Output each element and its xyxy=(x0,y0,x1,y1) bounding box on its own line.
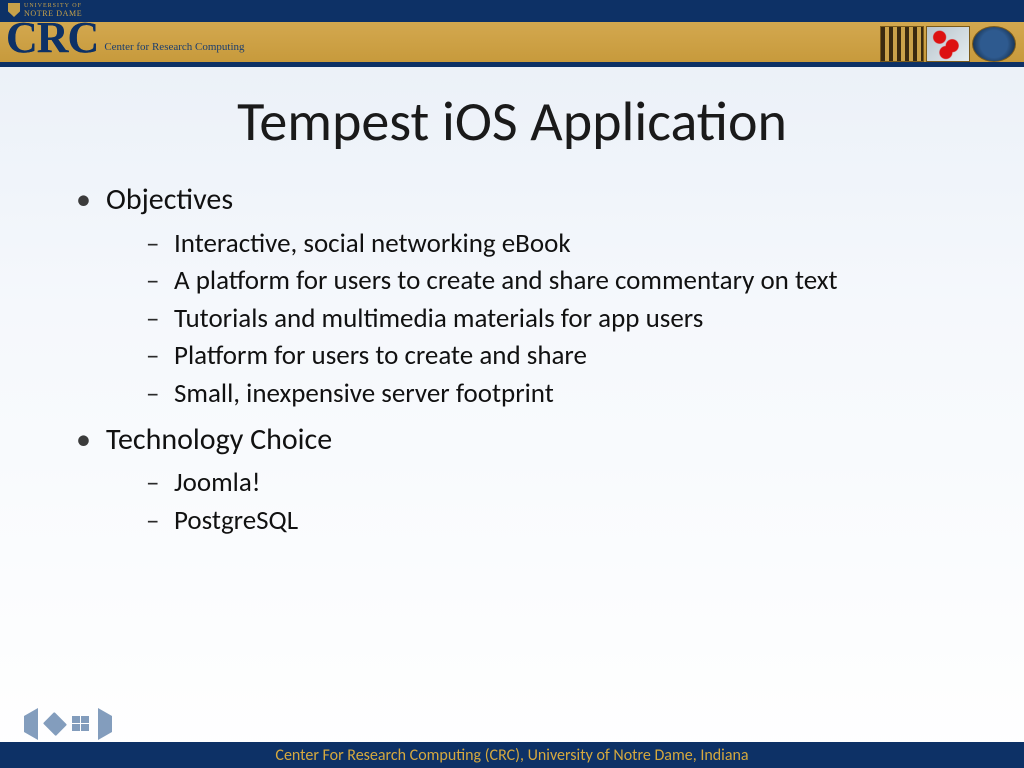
footer-bar: Center For Research Computing (CRC), Uni… xyxy=(0,742,1024,768)
nav-icons xyxy=(6,708,130,740)
slide: UNIVERSITY OF NOTRE DAME CRC Center for … xyxy=(0,0,1024,768)
header-thumbnails xyxy=(878,22,1018,66)
prev-arrow-icon[interactable] xyxy=(6,708,38,740)
bullet-objectives: Objectives Interactive, social networkin… xyxy=(70,180,970,412)
grid-icon[interactable] xyxy=(72,716,90,732)
pencil-icon[interactable] xyxy=(43,712,67,736)
bullet-technology: Technology Choice Joomla! PostgreSQL xyxy=(70,420,970,539)
header-bottom-rule xyxy=(0,62,1024,67)
bullet-label: Technology Choice xyxy=(106,421,332,458)
sub-bullet: A platform for users to create and share… xyxy=(146,263,970,299)
footer-text: Center For Research Computing (CRC), Uni… xyxy=(275,746,748,765)
slide-body: Objectives Interactive, social networkin… xyxy=(70,180,970,547)
sub-bullet: Tutorials and multimedia materials for a… xyxy=(146,301,970,337)
thumbnail-icon xyxy=(972,26,1016,62)
slide-title: Tempest iOS Application xyxy=(0,88,1024,156)
sub-bullet: PostgreSQL xyxy=(146,503,970,539)
thumbnail-icon xyxy=(880,26,924,62)
crc-subtitle: Center for Research Computing xyxy=(104,41,244,53)
thumbnail-icon xyxy=(926,26,970,62)
crc-logo-text: CRC xyxy=(6,16,98,60)
next-arrow-icon[interactable] xyxy=(98,708,130,740)
sub-bullet: Small, inexpensive server footprint xyxy=(146,376,970,412)
bullet-label: Objectives xyxy=(106,181,233,218)
crc-logo: CRC Center for Research Computing xyxy=(6,16,245,60)
sub-bullet: Joomla! xyxy=(146,465,970,501)
sub-bullet: Interactive, social networking eBook xyxy=(146,226,970,262)
sub-bullet: Platform for users to create and share xyxy=(146,338,970,374)
